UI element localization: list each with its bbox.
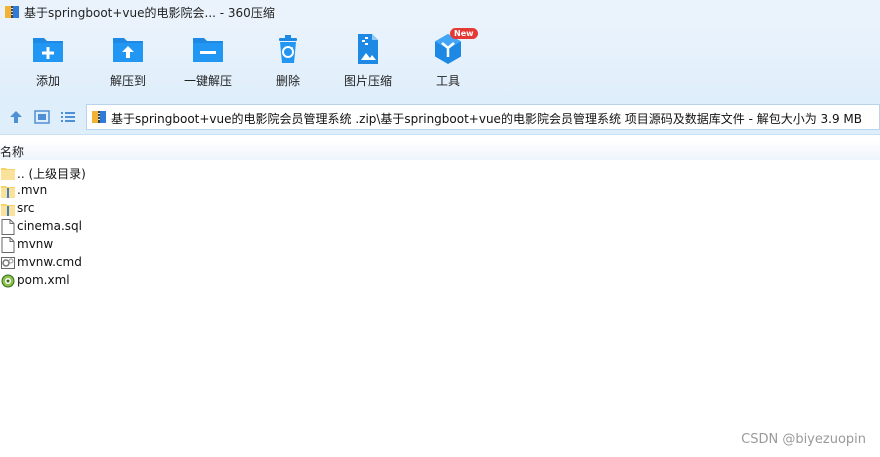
window-title: 基于springboot+vue的电影院会... - 360压缩: [24, 6, 275, 20]
folder-up-icon: [1, 168, 15, 180]
archive-app-icon: [5, 6, 19, 18]
path-text: 基于springboot+vue的电影院会员管理系统 .zip\基于spring…: [111, 112, 863, 126]
list-item[interactable]: mvnw: [0, 236, 300, 254]
thumbnail-view-icon[interactable]: [34, 109, 50, 125]
file-name: src: [17, 201, 35, 215]
extract-to-button[interactable]: 解压到: [88, 32, 168, 96]
one-click-extract-icon: [193, 38, 223, 62]
one-click-extract-label: 一键解压: [183, 74, 232, 88]
zip-archive-icon: [92, 111, 106, 123]
delete-label: 删除: [275, 74, 300, 88]
add-icon: [33, 38, 63, 62]
column-header-name[interactable]: 名称: [0, 143, 24, 160]
file-name: .. (上级目录): [17, 167, 86, 181]
extract-to-label: 解压到: [109, 74, 146, 88]
list-view-icon[interactable]: [60, 109, 76, 125]
image-compress-icon: [358, 34, 378, 64]
new-badge: New: [450, 28, 478, 39]
list-item[interactable]: .. (上级目录): [0, 164, 300, 182]
file-icon: [1, 237, 15, 253]
xml-file-icon: [1, 274, 15, 288]
navigation-bar: 基于springboot+vue的电影院会员管理系统 .zip\基于spring…: [0, 100, 880, 135]
file-name: pom.xml: [17, 273, 70, 287]
title-bar: 基于springboot+vue的电影院会... - 360压缩: [0, 0, 880, 24]
add-label: 添加: [35, 74, 60, 88]
extract-to-icon: [113, 38, 143, 62]
image-compress-label: 图片压缩: [343, 74, 392, 88]
column-header: 名称: [0, 140, 880, 160]
list-item[interactable]: cinema.sql: [0, 218, 300, 236]
folder-icon: [1, 186, 15, 198]
watermark: CSDN @biyezuopin: [741, 432, 866, 447]
tools-label: 工具: [435, 74, 460, 88]
add-button[interactable]: 添加: [8, 32, 88, 96]
file-name: .mvn: [17, 183, 48, 197]
file-name: mvnw: [17, 237, 54, 251]
image-compress-button[interactable]: 图片压缩: [328, 32, 408, 96]
path-field[interactable]: 基于springboot+vue的电影院会员管理系统 .zip\基于spring…: [86, 104, 880, 130]
cmd-file-icon: [1, 257, 15, 269]
up-arrow-icon[interactable]: [8, 109, 24, 125]
list-item[interactable]: pom.xml: [0, 272, 300, 290]
file-name: cinema.sql: [17, 219, 82, 233]
delete-button[interactable]: 删除: [248, 32, 328, 96]
list-item[interactable]: mvnw.cmd: [0, 254, 300, 272]
file-name: mvnw.cmd: [17, 255, 82, 269]
delete-icon: [279, 35, 297, 63]
one-click-extract-button[interactable]: 一键解压: [168, 32, 248, 96]
tools-button[interactable]: 工具 New: [408, 28, 488, 96]
list-item[interactable]: .mvn: [0, 182, 300, 200]
list-item[interactable]: src: [0, 200, 300, 218]
folder-icon: [1, 204, 15, 216]
main-toolbar: 添加 解压到 一键解压 删除 图片压缩 工具 New: [0, 24, 880, 100]
file-icon: [1, 219, 15, 235]
